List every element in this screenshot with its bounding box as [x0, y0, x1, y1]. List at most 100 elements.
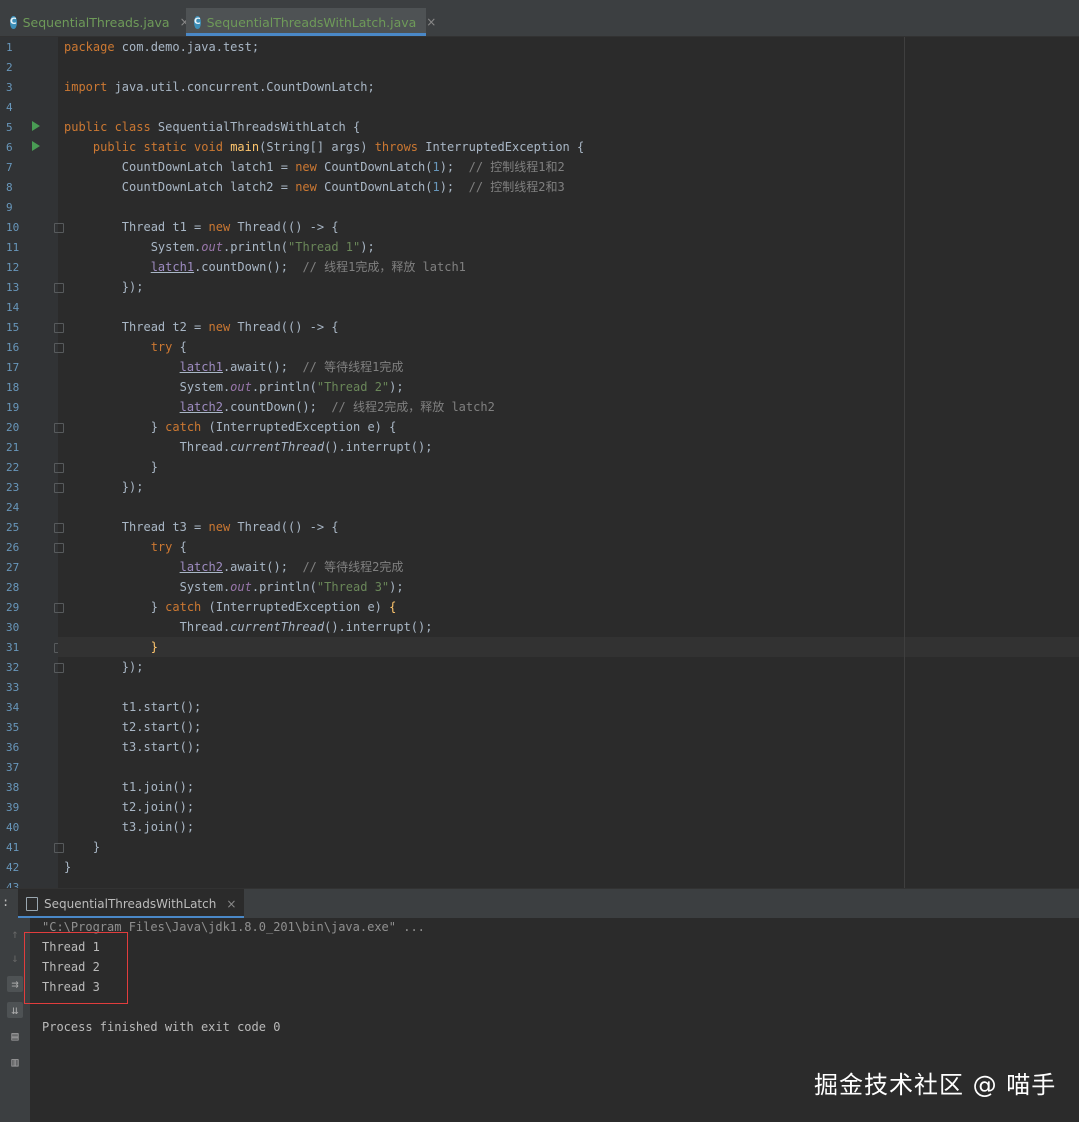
code-line[interactable]: });: [64, 477, 144, 497]
line-number: 30: [6, 621, 20, 634]
code-line[interactable]: latch2.countDown(); // 线程2完成，释放 latch2: [64, 397, 495, 417]
code-line[interactable]: try {: [64, 537, 187, 557]
gutter-line: 3: [0, 77, 58, 97]
gutter-line: 17: [0, 357, 58, 377]
editor-tab-bar: C SequentialThreads.java × C SequentialT…: [0, 8, 1079, 37]
line-number: 2: [6, 61, 13, 74]
tab-sequential-threads[interactable]: C SequentialThreads.java ×: [10, 8, 190, 36]
code-line[interactable]: public static void main(String[] args) t…: [64, 137, 584, 157]
down-arrow-icon[interactable]: ↓: [7, 950, 23, 966]
tab-sequential-threads-with-latch[interactable]: C SequentialThreadsWithLatch.java ×: [186, 8, 436, 36]
line-number: 19: [6, 401, 20, 414]
right-margin-guide: [904, 37, 905, 888]
gutter-line: 34: [0, 697, 58, 717]
line-number: 11: [6, 241, 20, 254]
code-line[interactable]: });: [64, 277, 144, 297]
run-tab[interactable]: SequentialThreadsWithLatch ×: [18, 889, 245, 919]
code-line[interactable]: t2.join();: [64, 797, 194, 817]
code-line[interactable]: } catch (InterruptedException e) {: [64, 597, 397, 617]
code-line[interactable]: Thread.currentThread().interrupt();: [64, 437, 433, 457]
gutter-line: 27: [0, 557, 58, 577]
code-line[interactable]: latch1.countDown(); // 线程1完成，释放 latch1: [64, 257, 466, 277]
gutter-line: 5: [0, 117, 58, 137]
code-line[interactable]: } catch (InterruptedException e) {: [64, 417, 397, 437]
line-number: 39: [6, 801, 20, 814]
gutter-line: 28: [0, 577, 58, 597]
gutter-line: 4: [0, 97, 58, 117]
soft-wrap-icon[interactable]: ⇉: [7, 976, 23, 992]
code-editor[interactable]: 1 2 3 4 5 6 7 8 9 10 11 12 13 14 15 16 17 18 19 20 21 22 23 24 2…: [0, 37, 1079, 888]
code-line[interactable]: Thread t1 = new Thread(() -> {: [64, 217, 339, 237]
gutter-line: 16: [0, 337, 64, 357]
code-line[interactable]: System.out.println("Thread 3");: [64, 577, 404, 597]
line-number-gutter[interactable]: 1 2 3 4 5 6 7 8 9 10 11 12 13 14 15 16 17 18 19 20 21 22 23 24 2…: [0, 37, 64, 888]
run-config-icon: [26, 897, 38, 911]
line-number: 20: [6, 421, 20, 434]
output-highlight-box: [24, 932, 128, 1004]
code-line[interactable]: public class SequentialThreadsWithLatch …: [64, 117, 360, 137]
code-line[interactable]: t3.start();: [64, 737, 201, 757]
code-line[interactable]: CountDownLatch latch2 = new CountDownLat…: [64, 177, 565, 197]
code-line[interactable]: Thread t2 = new Thread(() -> {: [64, 317, 339, 337]
code-line[interactable]: latch2.await(); // 等待线程2完成: [64, 557, 404, 577]
gutter-line: 21: [0, 437, 58, 457]
line-number: 40: [6, 821, 20, 834]
gutter-line: 11: [0, 237, 58, 257]
line-number: 37: [6, 761, 20, 774]
gutter-line: 33: [0, 677, 58, 697]
code-line[interactable]: t2.start();: [64, 717, 201, 737]
print-icon[interactable]: ▤: [7, 1028, 23, 1044]
line-number: 15: [6, 321, 20, 334]
line-number: 14: [6, 301, 20, 314]
line-number: 5: [6, 121, 13, 134]
gutter-line: 10: [0, 217, 64, 237]
code-line[interactable]: Thread t3 = new Thread(() -> {: [64, 517, 339, 537]
line-number: 22: [6, 461, 20, 474]
gutter-line: 31: [0, 637, 64, 657]
gutter-line: 19: [0, 397, 58, 417]
gutter-line: 30: [0, 617, 58, 637]
up-arrow-icon[interactable]: ↑: [7, 926, 23, 942]
code-line[interactable]: import java.util.concurrent.CountDownLat…: [64, 77, 375, 97]
run-icon[interactable]: [32, 121, 40, 131]
code-line[interactable]: }: [64, 457, 158, 477]
gutter-line: 32: [0, 657, 64, 677]
code-line[interactable]: try {: [64, 337, 187, 357]
code-line[interactable]: System.out.println("Thread 1");: [64, 237, 375, 257]
code-line[interactable]: package com.demo.java.test;: [64, 37, 259, 57]
code-line[interactable]: System.out.println("Thread 2");: [64, 377, 404, 397]
run-icon[interactable]: [32, 141, 40, 151]
line-number: 32: [6, 661, 20, 674]
line-number: 9: [6, 201, 13, 214]
gutter-line: 22: [0, 457, 64, 477]
line-number: 4: [6, 101, 13, 114]
code-line[interactable]: t1.start();: [64, 697, 201, 717]
line-number: 17: [6, 361, 20, 374]
gutter-line: 23: [0, 477, 64, 497]
gutter-line: 42: [0, 857, 58, 877]
line-number: 38: [6, 781, 20, 794]
current-line-highlight: [58, 637, 1079, 657]
code-line[interactable]: }: [64, 637, 158, 657]
code-area[interactable]: package com.demo.java.test; import java.u…: [58, 37, 1079, 888]
code-line[interactable]: CountDownLatch latch1 = new CountDownLat…: [64, 157, 565, 177]
line-number: 42: [6, 861, 20, 874]
window-top-strip: [0, 0, 1079, 8]
close-icon[interactable]: ×: [426, 15, 436, 29]
close-icon[interactable]: ×: [226, 897, 236, 911]
java-class-icon: C: [194, 15, 201, 29]
scroll-to-end-icon[interactable]: ⇊: [7, 1002, 23, 1018]
code-line[interactable]: t1.join();: [64, 777, 194, 797]
code-line[interactable]: latch1.await(); // 等待线程1完成: [64, 357, 404, 377]
code-line[interactable]: Thread.currentThread().interrupt();: [64, 617, 433, 637]
code-line[interactable]: t3.join();: [64, 817, 194, 837]
run-tool-window-header: : SequentialThreadsWithLatch ×: [0, 888, 1079, 919]
line-number: 34: [6, 701, 20, 714]
gutter-line: 13: [0, 277, 64, 297]
code-line[interactable]: }: [64, 837, 100, 857]
trash-icon[interactable]: ▥: [7, 1054, 23, 1070]
more-icon[interactable]: :: [2, 895, 9, 909]
code-line[interactable]: });: [64, 657, 144, 677]
code-line[interactable]: }: [64, 857, 71, 877]
line-number: 31: [6, 641, 20, 654]
